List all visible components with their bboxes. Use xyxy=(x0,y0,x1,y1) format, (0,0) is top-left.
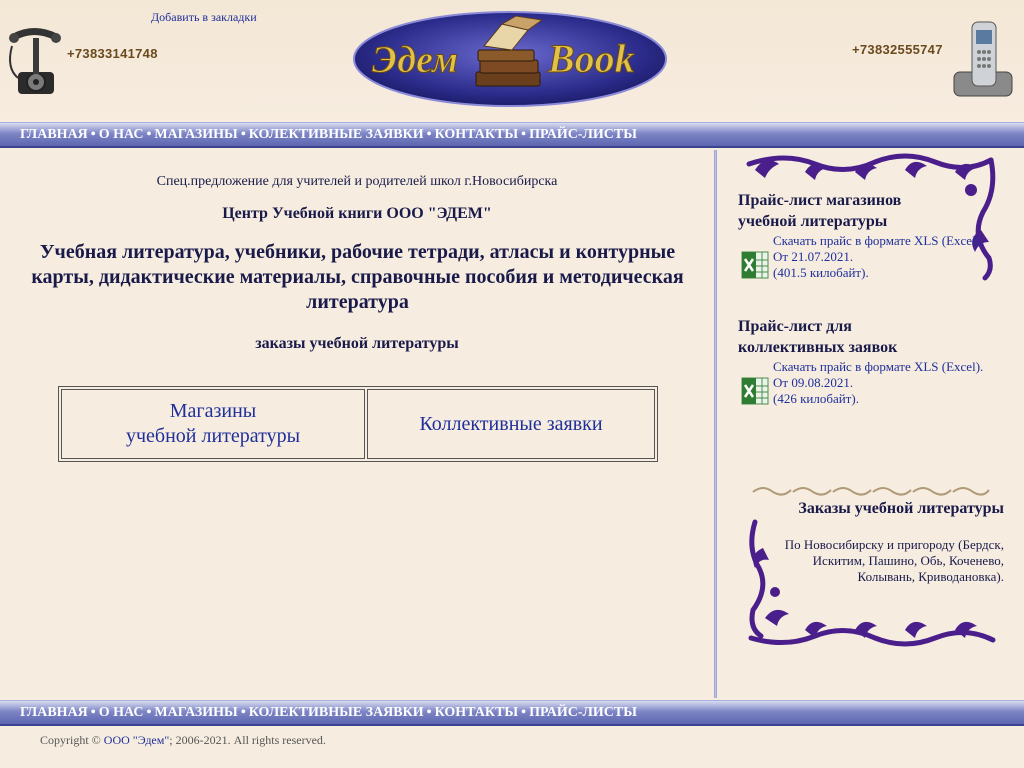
add-bookmark-link[interactable]: Добавить в закладки xyxy=(151,10,257,25)
sidebar-orders-title: Заказы учебной литературы xyxy=(798,500,1004,517)
headline: Учебная литература, учебники, рабочие те… xyxy=(31,241,684,313)
shops-link-line1: Магазины xyxy=(169,400,257,422)
collective-orders-link[interactable]: Коллективные заявки xyxy=(367,389,655,459)
nav-link-shops[interactable]: МАГАЗИНЫ xyxy=(154,127,237,142)
nav-link-contacts[interactable]: КОНТАКТЫ xyxy=(435,127,519,142)
phone-number-left: +73833141748 xyxy=(67,46,158,61)
price-list-collective-download-link[interactable]: Скачать прайс в формате XLS (Excel). xyxy=(773,359,1003,375)
shops-link-line2: учебной литературы xyxy=(125,425,301,447)
copyright: Copyright © ООО "Эдем"; 2006-2021. All r… xyxy=(40,733,326,748)
nav-link-price-lists[interactable]: ПРАЙС-ЛИСТЫ xyxy=(529,127,637,142)
price-list-collective-date: От 09.08.2021. xyxy=(773,375,854,390)
price-list-collective-size: (426 килобайт). xyxy=(773,391,859,406)
svg-text:Эдем: Эдем xyxy=(372,39,458,81)
nav-link-contacts[interactable]: КОНТАКТЫ xyxy=(435,705,519,720)
nav-link-shops[interactable]: МАГАЗИНЫ xyxy=(154,705,237,720)
nav-link-price-lists[interactable]: ПРАЙС-ЛИСТЫ xyxy=(529,705,637,720)
sidebar-orders-text: По Новосибирску и пригороду (Бердск, Иск… xyxy=(784,537,1004,584)
phone-number-right: +73832555747 xyxy=(852,42,943,57)
nav-link-collective-orders[interactable]: КОЛЕКТИВНЫЕ ЗАЯВКИ xyxy=(249,127,424,142)
center-title: Центр Учебной книги ООО "ЭДЕМ" xyxy=(222,205,492,222)
ornament-divider-icon xyxy=(752,487,990,496)
special-offer-text: Спец.предложение для учителей и родителе… xyxy=(156,174,558,189)
copyright-suffix: ; 2006-2021. All rights reserved. xyxy=(169,733,326,747)
price-list-collective-info: Скачать прайс в формате XLS (Excel). От … xyxy=(773,359,1003,407)
nav-link-home[interactable]: ГЛАВНАЯ xyxy=(20,705,88,720)
header: Добавить в закладки +73833141748 Эдем Bo… xyxy=(0,0,1024,122)
price-list-shops-title: Прайс-лист магазинов учебной литературы xyxy=(738,192,902,230)
bottom-navigation: ГЛАВНАЯ • О НАС • МАГАЗИНЫ • КОЛЕКТИВНЫЕ ЗАЯВК… xyxy=(0,700,1024,726)
price-list-shops-size: (401.5 килобайт). xyxy=(773,265,869,280)
nav-link-about[interactable]: О НАС xyxy=(99,705,144,720)
main-content: Спец.предложение для учителей и родителе… xyxy=(0,150,714,698)
excel-file-icon[interactable] xyxy=(741,251,769,279)
cell-phone-icon xyxy=(953,21,1013,97)
price-list-collective-title: Прайс-лист для коллективных заявок xyxy=(738,318,898,356)
choice-table: Магазины учебной литературы Коллективные… xyxy=(58,386,658,462)
retro-telephone-icon xyxy=(9,28,61,94)
copyright-prefix: Copyright © xyxy=(40,733,101,747)
shops-link[interactable]: Магазины учебной литературы xyxy=(61,389,365,459)
site-logo[interactable]: Эдем Book xyxy=(352,10,668,108)
nav-link-home[interactable]: ГЛАВНАЯ xyxy=(20,127,88,142)
nav-link-about[interactable]: О НАС xyxy=(99,127,144,142)
price-list-shops-date: От 21.07.2021. xyxy=(773,249,854,264)
excel-file-icon[interactable] xyxy=(741,377,769,405)
orders-subtitle: заказы учебной литературы xyxy=(255,335,459,352)
top-navigation: ГЛАВНАЯ • О НАС • МАГАЗИНЫ • КОЛЕКТИВНЫЕ ЗАЯВК… xyxy=(0,122,1024,148)
price-list-shops-download-link[interactable]: Скачать прайс в формате XLS (Excel). xyxy=(773,233,1003,249)
copyright-brand: ООО "Эдем" xyxy=(103,733,170,747)
nav-link-collective-orders[interactable]: КОЛЕКТИВНЫЕ ЗАЯВКИ xyxy=(249,705,424,720)
price-list-shops-info: Скачать прайс в формате XLS (Excel). От … xyxy=(773,233,1003,281)
sidebar: Прайс-лист магазинов учебной литературы … xyxy=(717,150,1024,698)
svg-text:Book: Book xyxy=(547,36,635,81)
